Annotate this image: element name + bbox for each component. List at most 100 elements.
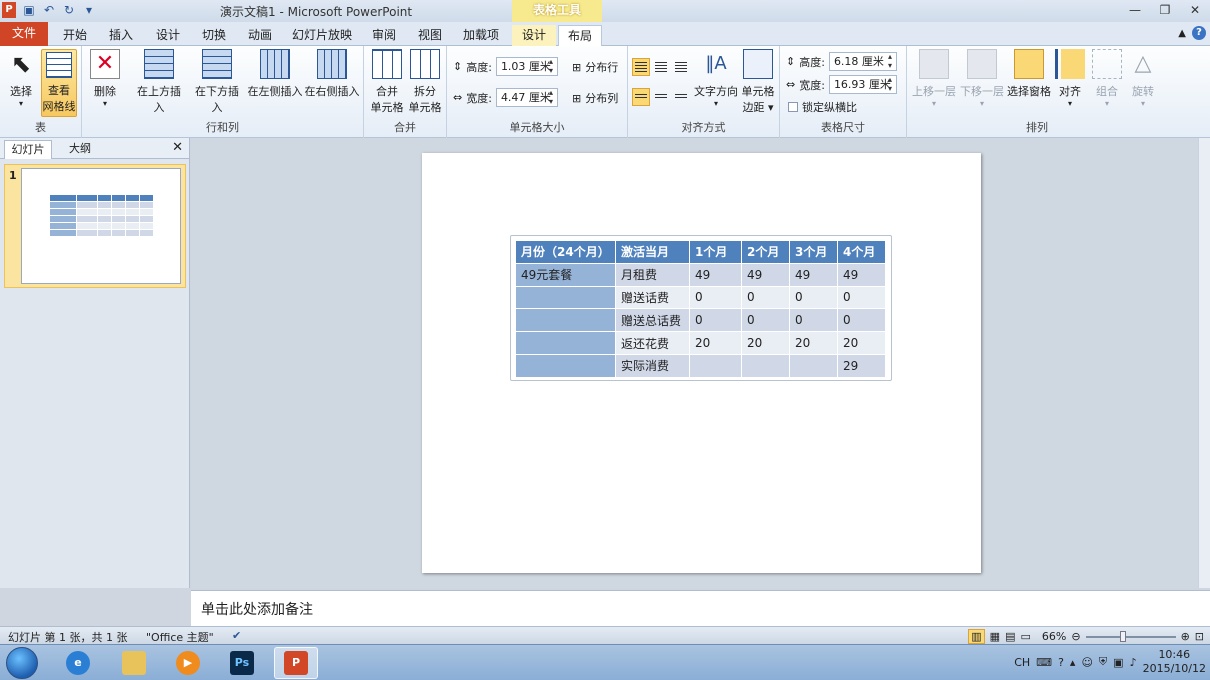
text-direction-button[interactable]: ‖A 文字方向 ▾	[694, 49, 738, 108]
redo-icon[interactable]: ↻	[62, 3, 76, 17]
table-cell[interactable]: 赠送话费	[615, 285, 690, 310]
select-button[interactable]: ⬉ 选择 ▾	[4, 49, 38, 108]
split-cells-button[interactable]: 拆分 单元格	[406, 49, 444, 115]
taskbar-explorer[interactable]	[112, 647, 156, 679]
collapse-ribbon-icon[interactable]: ▲	[1178, 28, 1186, 39]
table-cell[interactable]: 0	[741, 308, 790, 333]
table-width-input[interactable]: 16.93 厘米	[828, 75, 897, 94]
volume-icon[interactable]: ♪	[1130, 656, 1137, 669]
table-cell[interactable]: 49	[741, 262, 790, 287]
help-tray-icon[interactable]: ?	[1058, 656, 1064, 669]
insert-above-button[interactable]: 在上方插入	[132, 49, 186, 115]
table-cell[interactable]: 49	[689, 262, 742, 287]
table-cell[interactable]	[515, 353, 616, 378]
network-icon[interactable]: ▣	[1113, 656, 1123, 669]
header-cell[interactable]: 2个月	[741, 240, 790, 264]
start-button[interactable]	[6, 647, 38, 679]
distribute-cols-button[interactable]: ⊞ 分布列	[572, 90, 618, 106]
clock[interactable]: 10:46 2015/10/12	[1143, 648, 1206, 676]
slide-canvas[interactable]: 月份（24个月） 激活当月 1个月 2个月 3个月 4个月 49元套餐 月租费 …	[422, 153, 981, 573]
delete-button[interactable]: ✕ 删除 ▾	[88, 49, 122, 108]
customize-qat-icon[interactable]: ▾	[82, 3, 96, 17]
table-cell[interactable]	[515, 331, 616, 355]
table-cell[interactable]: 0	[789, 285, 838, 310]
zoom-out-icon[interactable]: ⊖	[1071, 630, 1080, 643]
taskbar-photoshop[interactable]: Ps	[220, 647, 264, 679]
zoom-slider[interactable]	[1085, 630, 1176, 642]
insert-right-button[interactable]: 在右侧插入	[304, 49, 360, 99]
align-left-icon[interactable]	[632, 58, 650, 76]
table-cell[interactable]: 20	[789, 331, 838, 355]
slideshow-view-icon[interactable]: ▭	[1020, 630, 1030, 643]
normal-view-icon[interactable]: ▥	[968, 629, 985, 644]
header-cell[interactable]: 激活当月	[615, 240, 690, 264]
powerpoint-app-icon[interactable]: P	[2, 2, 16, 18]
tab-table-layout[interactable]: 布局	[558, 25, 602, 46]
slide-table[interactable]: 月份（24个月） 激活当月 1个月 2个月 3个月 4个月 49元套餐 月租费 …	[515, 240, 886, 378]
table-cell[interactable]: 月租费	[615, 262, 690, 287]
table-cell[interactable]: 49	[789, 262, 838, 287]
cell-margins-button[interactable]: 单元格 边距 ▾	[738, 49, 778, 115]
spellcheck-icon[interactable]: ✔	[232, 629, 241, 642]
align-bottom-icon[interactable]	[672, 88, 690, 106]
tab-slideshow[interactable]: 幻灯片放映	[292, 25, 352, 46]
align-right-icon[interactable]	[672, 58, 690, 76]
zoom-level[interactable]: 66%	[1042, 630, 1066, 643]
close-button[interactable]: ✕	[1180, 0, 1210, 20]
ime-indicator[interactable]: CH	[1014, 656, 1030, 669]
table-cell[interactable]: 0	[689, 308, 742, 333]
lock-aspect-checkbox[interactable]	[788, 102, 798, 112]
tab-insert[interactable]: 插入	[106, 25, 136, 46]
insert-left-button[interactable]: 在左侧插入	[247, 49, 303, 99]
cell-width-input[interactable]: 4.47 厘米	[495, 88, 558, 107]
header-cell[interactable]: 4个月	[837, 240, 886, 264]
tab-transitions[interactable]: 切换	[199, 25, 229, 46]
theme-status[interactable]: "Office 主题"	[146, 629, 214, 645]
table-cell[interactable]: 0	[837, 308, 886, 333]
fit-to-window-icon[interactable]: ⊡	[1195, 630, 1204, 643]
slide-thumbnail[interactable]	[21, 168, 181, 284]
bring-forward-button[interactable]: 上移一层 ▾	[911, 49, 957, 108]
table-cell[interactable]: 实际消费	[615, 353, 690, 378]
tab-review[interactable]: 审阅	[369, 25, 399, 46]
align-middle-icon[interactable]	[652, 88, 670, 106]
table-cell[interactable]: 0	[689, 285, 742, 310]
shield-icon[interactable]: ⛨	[1099, 655, 1107, 669]
table-cell[interactable]: 20	[837, 331, 886, 355]
merge-cells-button[interactable]: 合并 单元格	[368, 49, 406, 115]
tab-design[interactable]: 设计	[153, 25, 183, 46]
undo-icon[interactable]: ↶	[42, 3, 56, 17]
table-cell[interactable]: 返还花费	[615, 331, 690, 355]
table-cell[interactable]: 49元套餐	[515, 262, 616, 287]
tab-table-design[interactable]: 设计	[512, 25, 556, 46]
align-button[interactable]: 对齐 ▾	[1055, 49, 1085, 108]
table-cell[interactable]: 20	[689, 331, 742, 355]
user-icon[interactable]: ☺	[1081, 656, 1092, 669]
slide-thumbnail-item[interactable]: 1	[4, 164, 186, 288]
tab-view[interactable]: 视图	[415, 25, 445, 46]
slide-sorter-icon[interactable]: ▦	[990, 630, 1000, 643]
header-cell[interactable]: 3个月	[789, 240, 838, 264]
show-hidden-icons[interactable]: ▴	[1070, 656, 1076, 669]
zoom-in-icon[interactable]: ⊕	[1181, 630, 1190, 643]
tab-slides[interactable]: 幻灯片	[4, 140, 52, 159]
zoom-slider-thumb[interactable]	[1119, 630, 1126, 642]
save-icon[interactable]: ▣	[22, 3, 36, 17]
restore-button[interactable]: ❐	[1150, 0, 1180, 20]
taskbar-ie[interactable]: e	[56, 647, 100, 679]
keyboard-icon[interactable]: ⌨	[1036, 656, 1052, 669]
table-cell[interactable]: 49	[837, 262, 886, 287]
selection-pane-button[interactable]: 选择窗格	[1006, 49, 1052, 99]
taskbar-media[interactable]: ▶	[166, 647, 210, 679]
tab-home[interactable]: 开始	[60, 25, 90, 46]
help-icon[interactable]: ?	[1192, 26, 1206, 40]
align-center-icon[interactable]	[652, 58, 670, 76]
table-cell[interactable]: 0	[789, 308, 838, 333]
table-cell[interactable]	[515, 285, 616, 310]
table-cell[interactable]	[789, 353, 838, 378]
table-cell[interactable]	[689, 353, 742, 378]
tab-animations[interactable]: 动画	[245, 25, 275, 46]
insert-below-button[interactable]: 在下方插入	[190, 49, 244, 115]
reading-view-icon[interactable]: ▤	[1005, 630, 1015, 643]
group-objects-button[interactable]: 组合 ▾	[1092, 49, 1122, 108]
